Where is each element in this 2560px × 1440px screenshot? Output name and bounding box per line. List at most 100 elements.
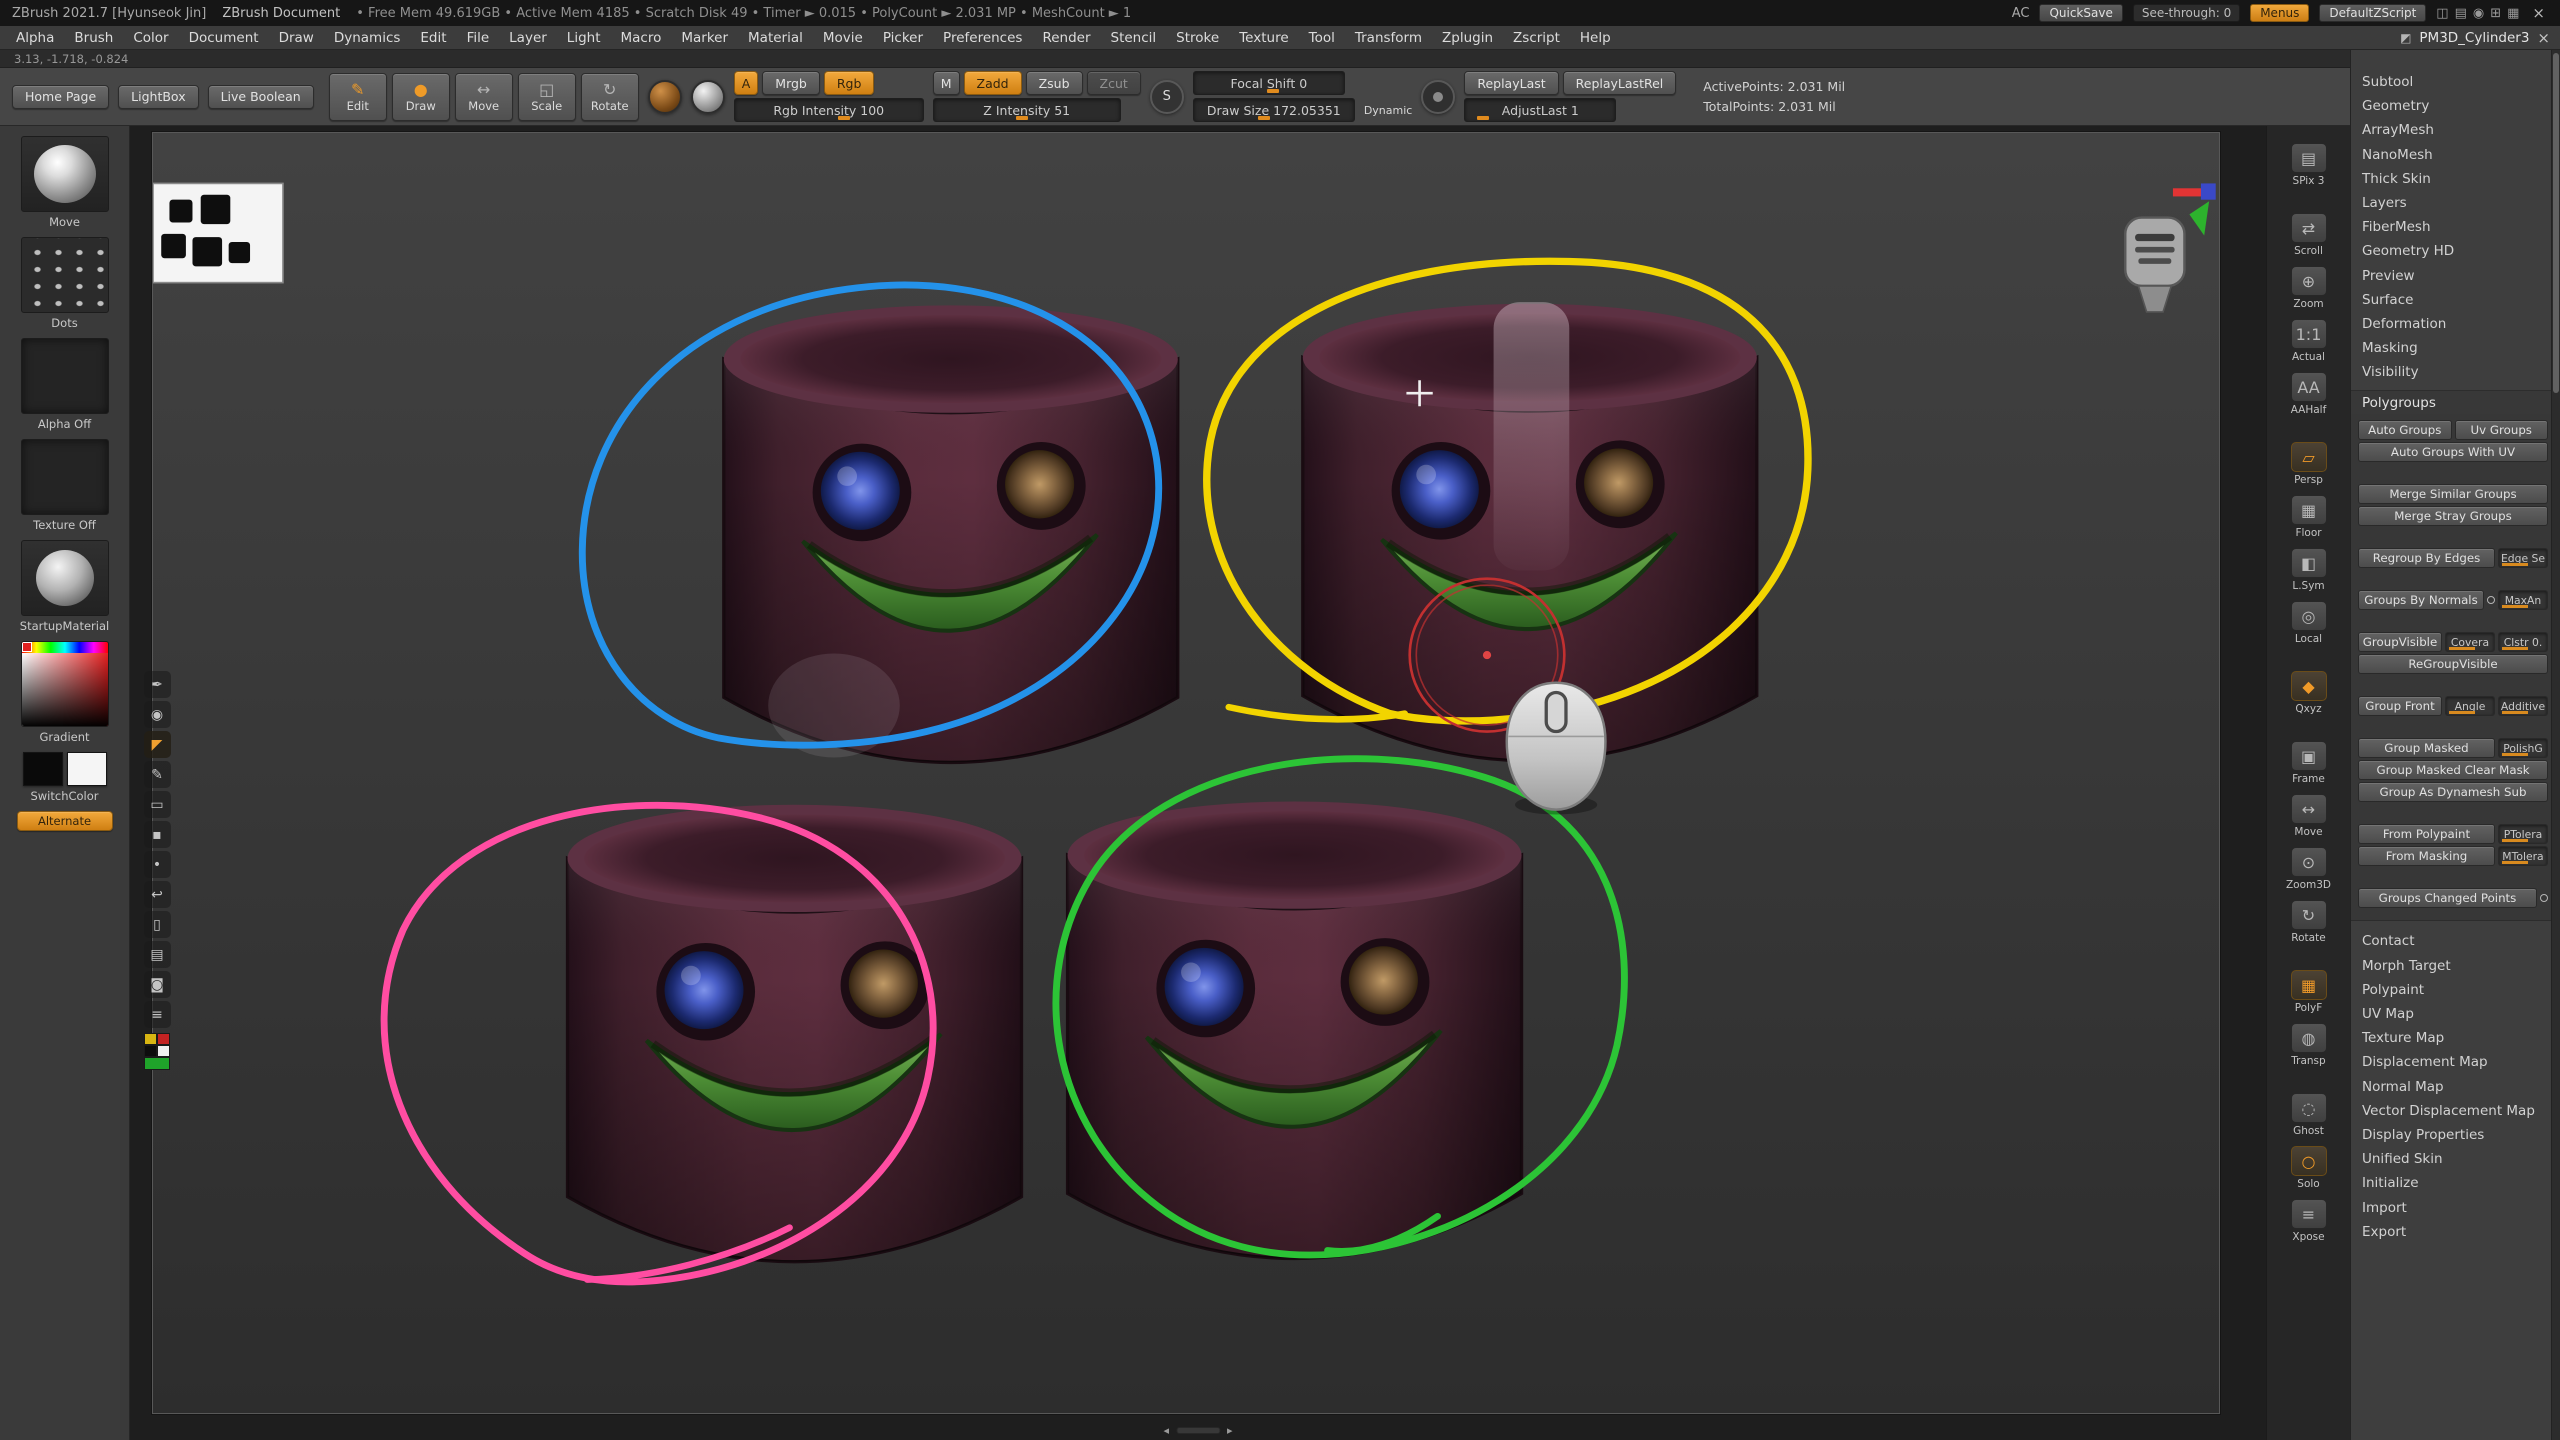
additive-toggle[interactable]: Additive xyxy=(2498,696,2548,716)
tool-palette-item[interactable]: Geometry xyxy=(2351,94,2548,118)
default-zscript-button[interactable]: DefaultZScript xyxy=(2319,4,2426,22)
titlebar-icon[interactable]: ▦ xyxy=(2507,6,2519,21)
mode-button[interactable]: ◱Scale xyxy=(518,73,576,121)
document-viewport[interactable] xyxy=(152,132,2220,1414)
from-polypaint-button[interactable]: From Polypaint xyxy=(2358,824,2495,844)
zadd-button[interactable]: Zadd xyxy=(964,71,1022,95)
rgb-intensity-slider[interactable]: Rgb Intensity 100 xyxy=(734,98,924,122)
replay-last-rel-button[interactable]: ReplayLastRel xyxy=(1563,71,1677,95)
lightbox-button[interactable]: LightBox xyxy=(118,85,198,109)
quick-tool-icon[interactable]: ✒ xyxy=(144,671,171,698)
document-preview-thumbnail[interactable] xyxy=(153,183,283,282)
menu-item[interactable]: Edit xyxy=(410,26,456,49)
tool-palette-item[interactable]: Vector Displacement Map xyxy=(2351,1099,2548,1123)
right-shelf-item[interactable]: ⇄ Scroll xyxy=(2267,213,2350,257)
active-tool-name[interactable]: PM3D_Cylinder3 xyxy=(2419,30,2529,46)
draw-size-slider[interactable]: Draw Size 172.05351 xyxy=(1193,98,1355,122)
quick-tool-icon[interactable]: ◉ xyxy=(144,701,171,728)
adjust-last-slider[interactable]: AdjustLast 1 xyxy=(1464,98,1616,122)
swatch-yellow[interactable] xyxy=(144,1033,157,1045)
right-shelf-item[interactable]: ▦ PolyF xyxy=(2267,970,2350,1014)
menu-item[interactable]: Stencil xyxy=(1101,26,1167,49)
lazy-mouse-icon[interactable]: S xyxy=(1150,80,1184,114)
titlebar-icon[interactable]: ◉ xyxy=(2473,6,2484,21)
menu-item[interactable]: Stroke xyxy=(1166,26,1229,49)
tool-close-icon[interactable]: × xyxy=(2537,29,2550,47)
mrgb-button[interactable]: Mrgb xyxy=(762,71,820,95)
right-shelf-item[interactable]: ◍ Transp xyxy=(2267,1023,2350,1067)
right-shelf-item[interactable]: ▣ Frame xyxy=(2267,741,2350,785)
right-shelf-item[interactable]: ◆ Qxyz xyxy=(2267,671,2350,715)
group-masked-button[interactable]: Group Masked xyxy=(2358,738,2495,758)
quick-tool-icon[interactable]: ◙ xyxy=(144,971,171,998)
scroll-track[interactable] xyxy=(1176,1427,1220,1434)
menu-item[interactable]: File xyxy=(457,26,500,49)
mode-button[interactable]: ✎Edit xyxy=(329,73,387,121)
mode-button[interactable]: ↻Rotate xyxy=(581,73,639,121)
right-shelf-item[interactable]: ◧ L.Sym xyxy=(2267,548,2350,592)
group-visible-button[interactable]: GroupVisible xyxy=(2358,632,2442,652)
merge-stray-groups-button[interactable]: Merge Stray Groups xyxy=(2358,506,2548,526)
color-picker[interactable] xyxy=(21,641,109,727)
menu-item[interactable]: Tool xyxy=(1299,26,1345,49)
quick-tool-icon[interactable]: ↩ xyxy=(144,881,171,908)
alternate-button[interactable]: Alternate xyxy=(17,811,113,831)
tool-palette-item[interactable]: Unified Skin xyxy=(2351,1147,2548,1171)
quicksave-button[interactable]: QuickSave xyxy=(2039,4,2122,22)
right-shelf-item[interactable]: ↔ Move xyxy=(2267,794,2350,838)
titlebar-icon[interactable]: ⊞ xyxy=(2490,6,2501,21)
airbrush-toggle[interactable]: A xyxy=(734,71,759,95)
quick-tool-icon[interactable]: ◤ xyxy=(144,731,171,758)
focal-shift-slider[interactable]: Focal Shift 0 xyxy=(1193,71,1345,95)
angle-slider[interactable]: Angle xyxy=(2445,696,2495,716)
tool-palette-item[interactable]: Texture Map xyxy=(2351,1026,2548,1050)
tool-palette-item[interactable]: UV Map xyxy=(2351,1002,2548,1026)
uv-groups-button[interactable]: Uv Groups xyxy=(2455,420,2549,440)
panel-scrollbar-thumb[interactable] xyxy=(2553,53,2559,393)
regroup-by-edges-button[interactable]: Regroup By Edges xyxy=(2358,548,2495,568)
live-boolean-button[interactable]: Live Boolean xyxy=(208,85,314,109)
tool-palette-item[interactable]: Morph Target xyxy=(2351,954,2548,978)
tool-palette-item[interactable]: Thick Skin xyxy=(2351,167,2548,191)
swatch-white[interactable] xyxy=(157,1045,170,1057)
m-toggle[interactable]: M xyxy=(933,71,960,95)
menu-item[interactable]: Document xyxy=(179,26,269,49)
menu-item[interactable]: Picker xyxy=(873,26,933,49)
from-masking-button[interactable]: From Masking xyxy=(2358,846,2495,866)
tool-palette-item[interactable]: Polypaint xyxy=(2351,978,2548,1002)
tool-palette-item[interactable]: Visibility xyxy=(2351,360,2548,384)
menu-item[interactable]: Dynamics xyxy=(324,26,411,49)
tool-palette-item[interactable]: Surface xyxy=(2351,288,2548,312)
stroke-record-icon[interactable] xyxy=(1421,80,1455,114)
right-shelf-item[interactable]: ○ Solo xyxy=(2267,1146,2350,1190)
auto-groups-button[interactable]: Auto Groups xyxy=(2358,420,2452,440)
tool-palette-item[interactable]: Deformation xyxy=(2351,312,2548,336)
quick-tool-icon[interactable]: ▯ xyxy=(144,911,171,938)
tool-palette-item[interactable]: Masking xyxy=(2351,336,2548,360)
home-page-button[interactable]: Home Page xyxy=(12,85,109,109)
viewport-canvas[interactable] xyxy=(153,133,2219,1413)
menu-item[interactable]: Texture xyxy=(1229,26,1298,49)
tool-palette-item[interactable]: Geometry HD xyxy=(2351,239,2548,263)
right-shelf-item[interactable]: 1:1 Actual xyxy=(2267,319,2350,363)
panel-scrollbar[interactable] xyxy=(2551,50,2560,1440)
tool-palette-item[interactable]: Subtool xyxy=(2351,70,2548,94)
quick-tool-icon[interactable]: • xyxy=(144,851,171,878)
see-through-slider[interactable]: See-through: 0 xyxy=(2133,4,2240,22)
right-shelf-item[interactable]: ≡ Xpose xyxy=(2267,1199,2350,1243)
tool-palette-item[interactable]: Export xyxy=(2351,1220,2548,1244)
right-shelf-item[interactable]: ▤ SPix 3 xyxy=(2267,143,2350,187)
scroll-left-icon[interactable]: ◂ xyxy=(1163,1424,1169,1437)
material-thumbnail[interactable] xyxy=(21,540,109,616)
quick-tool-icon[interactable]: ✎ xyxy=(144,761,171,788)
tool-palette-item[interactable]: Displacement Map xyxy=(2351,1050,2548,1074)
mode-button[interactable]: ●Draw xyxy=(392,73,450,121)
right-shelf-item[interactable]: ◎ Local xyxy=(2267,601,2350,645)
menu-item[interactable]: Layer xyxy=(499,26,557,49)
menu-item[interactable]: Help xyxy=(1570,26,1621,49)
menu-item[interactable]: Zscript xyxy=(1503,26,1570,49)
polish-groups-slider[interactable]: PolishG xyxy=(2498,738,2548,758)
menu-item[interactable]: Marker xyxy=(671,26,738,49)
menu-item[interactable]: Light xyxy=(557,26,611,49)
tool-palette-item[interactable]: FiberMesh xyxy=(2351,215,2548,239)
